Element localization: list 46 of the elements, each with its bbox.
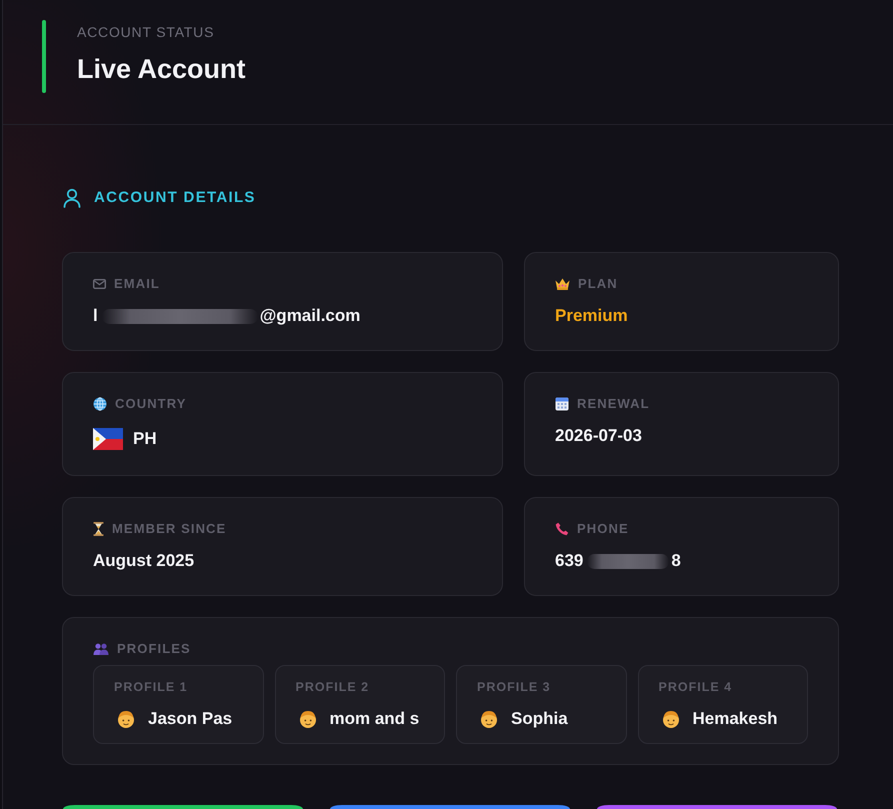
crown-icon [555, 278, 570, 290]
people-icon [93, 643, 109, 655]
profile-card[interactable]: PROFILE 3 Sophia [456, 665, 626, 744]
profile-label: PROFILE 1 [114, 679, 189, 695]
hourglass-icon [93, 522, 104, 536]
face-icon [117, 710, 135, 728]
section-title: ACCOUNT DETAILS [94, 188, 256, 208]
mail-icon [93, 279, 106, 289]
account-status-title: Live Account [77, 53, 246, 85]
field-label: EMAIL [114, 275, 160, 293]
plan-value: Premium [555, 305, 628, 327]
user-icon [63, 188, 81, 208]
profile-name: mom and s [330, 708, 420, 730]
country-value: PH [133, 428, 157, 450]
profile-card[interactable]: PROFILE 1 Jason Pas [93, 665, 264, 744]
profile-label: PROFILE 2 [296, 679, 370, 695]
face-icon [298, 710, 316, 728]
email-value: l [93, 305, 98, 327]
profile-name: Jason Pas [148, 708, 232, 730]
action-button[interactable] [597, 805, 837, 809]
profile-label: PROFILE 3 [477, 679, 552, 695]
action-button[interactable] [330, 805, 570, 809]
profile-label: PROFILE 4 [658, 679, 734, 695]
field-label: PHONE [577, 520, 629, 538]
member-since-value: August 2025 [93, 550, 194, 572]
face-icon [662, 710, 680, 728]
profile-name: Sophia [511, 708, 568, 730]
action-button[interactable] [63, 805, 303, 809]
field-label: MEMBER SINCE [112, 520, 226, 538]
globe-icon [93, 397, 107, 411]
profile-name: Hemakesh [692, 708, 778, 730]
renewal-date-value: 2026-07-03 [555, 425, 642, 447]
field-label: COUNTRY [115, 395, 186, 413]
field-label: RENEWAL [577, 395, 650, 413]
field-label: PLAN [578, 275, 618, 293]
email-value-end: @gmail.com [260, 305, 360, 327]
phone-value-end: 8 [671, 550, 681, 572]
face-icon [480, 710, 498, 728]
phone-value: 639 [555, 550, 584, 572]
status-caption: ACCOUNT STATUS [77, 23, 214, 41]
phone-icon [555, 522, 569, 536]
profile-card[interactable]: PROFILE 2 mom and s [274, 665, 445, 744]
profile-card[interactable]: PROFILE 4 Hemakesh [638, 665, 808, 744]
calendar-icon [555, 397, 569, 411]
field-label: PROFILES [117, 640, 191, 658]
flag-icon [93, 428, 123, 450]
